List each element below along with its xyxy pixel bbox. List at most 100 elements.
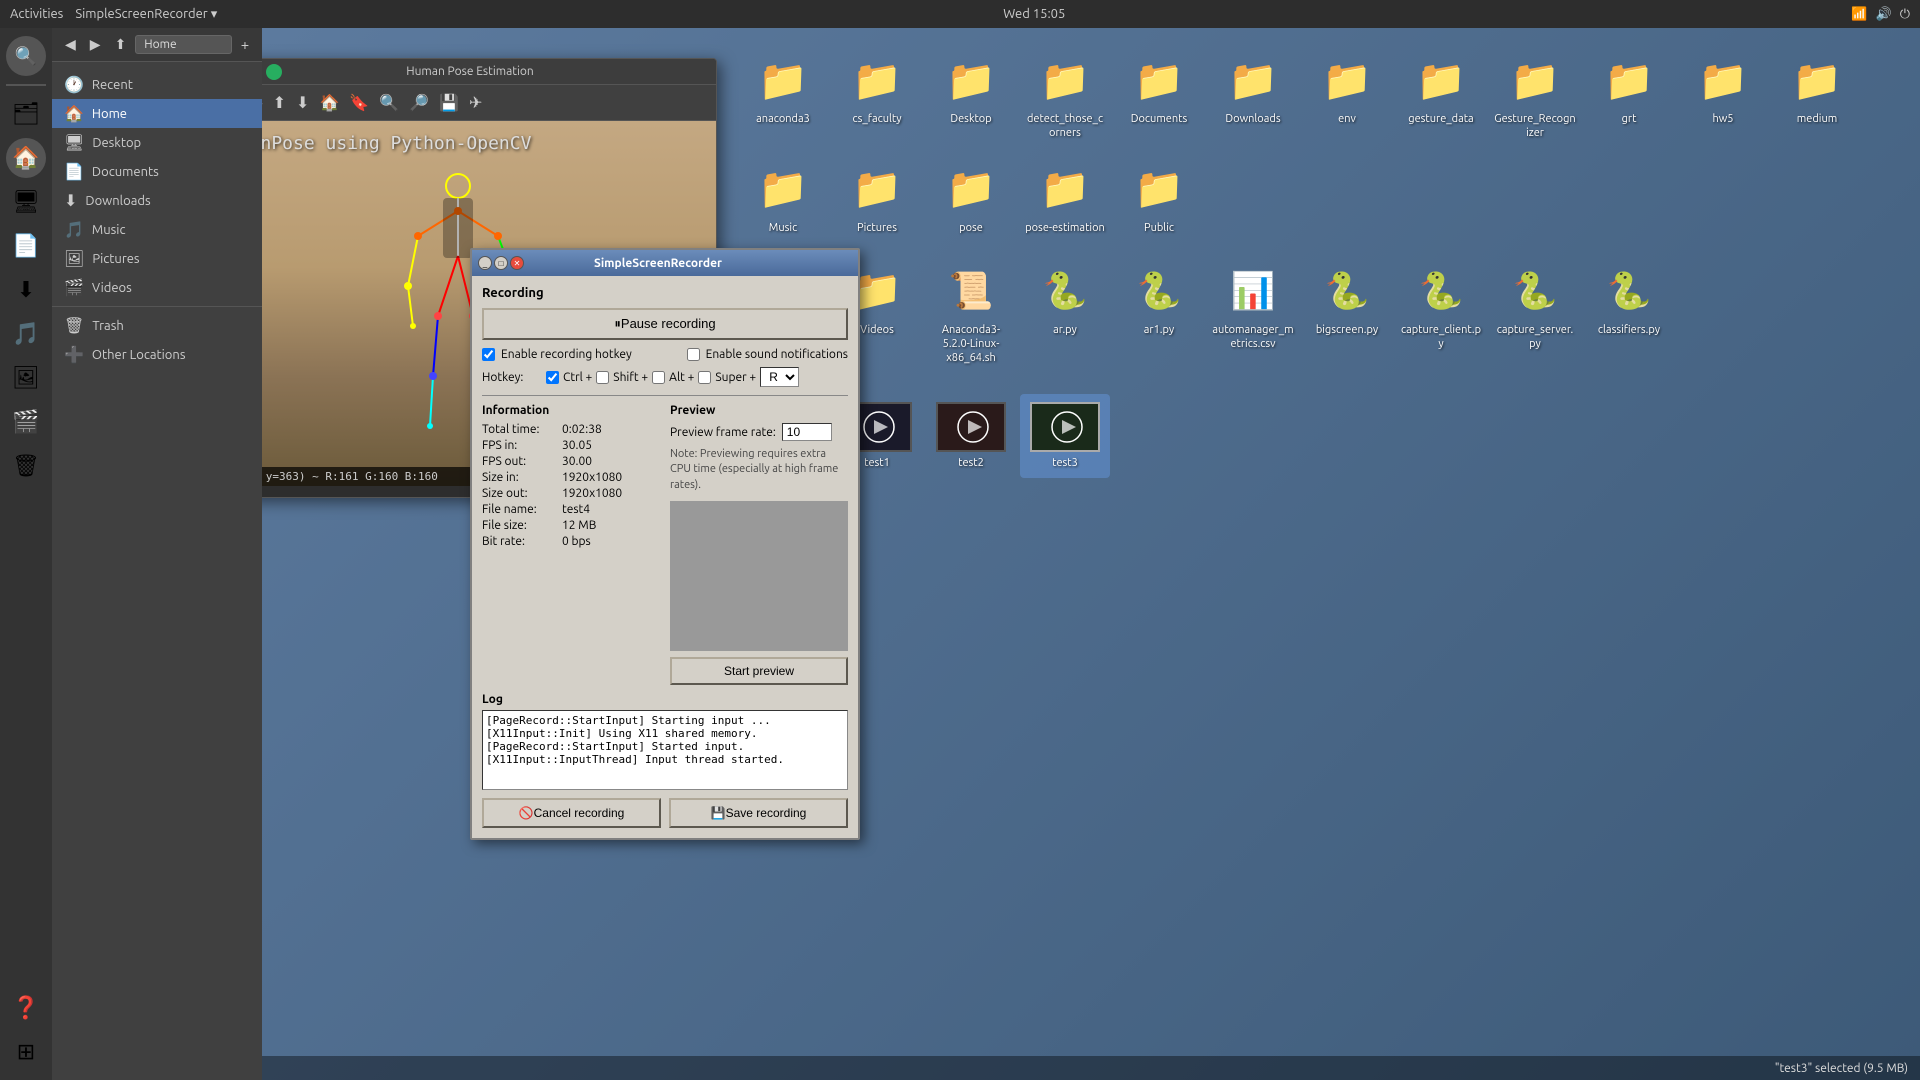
hpe-tool-search1[interactable]: 🔍 (375, 89, 403, 117)
folder-icon: 📁 (849, 161, 905, 217)
hpe-tool-bookmark[interactable]: 🔖 (345, 89, 373, 117)
hpe-tool-up[interactable]: ⬆ (269, 89, 290, 117)
file-item-documents[interactable]: 📁 Documents (1114, 44, 1204, 149)
fm-item-documents[interactable]: 📄 Documents (52, 157, 262, 186)
file-item-test2[interactable]: test2 (926, 394, 1016, 478)
ssr-size-out: Size out: 1920x1080 (482, 487, 660, 500)
file-item-anaconda3-sh[interactable]: 📜 Anaconda3-5.2.0-Linux-x86_64.sh (926, 255, 1016, 374)
ssr-preview-note: Note: Previewing requires extra CPU time… (670, 447, 848, 493)
file-item-gesture-rec[interactable]: 📁 Gesture_Recognizer (1490, 44, 1580, 149)
file-item-public[interactable]: 📁 Public (1114, 153, 1204, 243)
fm-item-pictures[interactable]: 🖼 Pictures (52, 244, 262, 273)
hpe-tool-search2[interactable]: 🔎 (405, 89, 433, 117)
sidebar-icon-videos[interactable]: 🎬 (6, 402, 46, 442)
file-item-label: test3 (1052, 456, 1078, 470)
ssr-hotkey-enable-row: Enable recording hotkey Enable sound not… (482, 348, 848, 361)
ssr-info-header: Information (482, 404, 660, 417)
fm-item-music[interactable]: 🎵 Music (52, 215, 262, 244)
file-item-capture-server[interactable]: 🐍 capture_server.py (1490, 255, 1580, 374)
file-item-pictures[interactable]: 📁 Pictures (832, 153, 922, 243)
hpe-overlay-text: OpenPose using Python-OpenCV (262, 133, 531, 154)
fm-item-desktop[interactable]: 🖥 Desktop (52, 128, 262, 157)
file-item-cs-faculty[interactable]: 📁 cs_faculty (832, 44, 922, 149)
file-item-pose-estimation[interactable]: 📁 pose-estimation (1020, 153, 1110, 243)
ssr-start-preview-button[interactable]: Start preview (670, 657, 848, 685)
ssr-cancel-button[interactable]: 🚫Cancel recording (482, 798, 661, 828)
enable-sound-checkbox[interactable] (687, 348, 700, 361)
file-item-grt[interactable]: 📁 grt (1584, 44, 1674, 149)
super-checkbox[interactable] (698, 371, 711, 384)
csv-file-icon: 📊 (1225, 263, 1281, 319)
shift-checkbox[interactable] (596, 371, 609, 384)
sidebar-icon-appgrid[interactable]: ⊞ (6, 1032, 46, 1072)
fm-item-trash-label: Trash (92, 319, 123, 333)
ssr-close-button[interactable]: ✕ (510, 256, 524, 270)
file-item-env[interactable]: 📁 env (1302, 44, 1392, 149)
file-item-pose[interactable]: 📁 pose (926, 153, 1016, 243)
fm-item-videos[interactable]: 🎬 Videos (52, 273, 262, 302)
sidebar-icon-downloads[interactable]: ⬇ (6, 270, 46, 310)
size-out-label: Size out: (482, 487, 562, 500)
enable-sound-label: Enable sound notifications (706, 348, 848, 361)
fm-item-downloads[interactable]: ⬇ Downloads (52, 186, 262, 215)
sidebar-icon-help[interactable]: ❓ (6, 988, 46, 1028)
hpe-tool-down[interactable]: ⬇ (292, 89, 313, 117)
file-item-detect[interactable]: 📁 detect_those_corners (1020, 44, 1110, 149)
file-item-ar1-py[interactable]: 🐍 ar1.py (1114, 255, 1204, 374)
file-item-desktop[interactable]: 📁 Desktop (926, 44, 1016, 149)
activities-label[interactable]: Activities (10, 7, 63, 21)
ssr-minimize-button[interactable]: _ (478, 256, 492, 270)
file-item-ar-py[interactable]: 🐍 ar.py (1020, 255, 1110, 374)
ssr-preview-section: Preview Preview frame rate: Note: Previe… (670, 404, 848, 685)
ssr-log-area[interactable]: [PageRecord::StartInput] Starting input … (482, 710, 848, 790)
hpe-tool-save[interactable]: 💾 (435, 89, 463, 117)
sidebar-icon-music[interactable]: 🎵 (6, 314, 46, 354)
sidebar-icon-search[interactable]: 🔍 (6, 36, 46, 76)
file-item-classifiers[interactable]: 🐍 classifiers.py (1584, 255, 1674, 374)
file-item-capture-client[interactable]: 🐍 capture_client.py (1396, 255, 1486, 374)
fm-forward-button[interactable]: ▶ (85, 34, 106, 55)
file-item-anaconda3[interactable]: 📁 anaconda3 (738, 44, 828, 149)
fm-nav: ◀ ▶ ⬆ Home + (52, 28, 262, 62)
fm-item-home[interactable]: 🏠 Home (52, 99, 262, 128)
sidebar-icon-docs[interactable]: 📄 (6, 226, 46, 266)
fm-up-button[interactable]: ⬆ (110, 34, 132, 55)
fm-new-button[interactable]: + (236, 35, 254, 55)
fm-item-other[interactable]: ➕ Other Locations (52, 340, 262, 369)
file-item-downloads[interactable]: 📁 Downloads (1208, 44, 1298, 149)
app-name-label[interactable]: SimpleScreenRecorder ▾ (75, 7, 217, 22)
sidebar-icon-home[interactable]: 🏠 (6, 138, 46, 178)
fm-item-trash[interactable]: 🗑 Trash (52, 311, 262, 340)
alt-checkbox[interactable] (652, 371, 665, 384)
file-item-hw5[interactable]: 📁 hw5 (1678, 44, 1768, 149)
ssr-pause-button[interactable]: ⏸Pause recording (482, 308, 848, 340)
ssr-fps-out: FPS out: 30.00 (482, 455, 660, 468)
preview-fps-input[interactable] (782, 423, 832, 441)
file-item-music[interactable]: 📁 Music (738, 153, 828, 243)
fm-item-recent[interactable]: 🕐 Recent (52, 70, 262, 99)
file-item-gesture-data[interactable]: 📁 gesture_data (1396, 44, 1486, 149)
file-item-bigscreen[interactable]: 🐍 bigscreen.py (1302, 255, 1392, 374)
ctrl-label: Ctrl + (563, 371, 592, 384)
file-item-test3[interactable]: test3 (1020, 394, 1110, 478)
folder-icon: 📁 (1413, 52, 1469, 108)
file-item-medium[interactable]: 📁 medium (1772, 44, 1862, 149)
sidebar-icon-pictures[interactable]: 🖼 (6, 358, 46, 398)
sidebar-icon-trash[interactable]: 🗑 (6, 446, 46, 486)
fm-back-button[interactable]: ◀ (60, 34, 81, 55)
music-fm-icon: 🎵 (64, 220, 84, 239)
file-item-automanager[interactable]: 📊 automanager_metrics.csv (1208, 255, 1298, 374)
hpe-tool-send[interactable]: ✈ (465, 89, 486, 117)
py-file-icon: 🐍 (1507, 263, 1563, 319)
sidebar-icon-files[interactable]: 🗂 (6, 94, 46, 134)
ssr-maximize-button[interactable]: □ (494, 256, 508, 270)
hpe-maximize-button[interactable] (266, 64, 282, 80)
sidebar-icon-desktop[interactable]: 🖥 (6, 182, 46, 222)
ssr-save-button[interactable]: 💾Save recording (669, 798, 848, 828)
ctrl-checkbox[interactable] (546, 371, 559, 384)
hpe-tool-home[interactable]: 🏠 (315, 89, 343, 117)
key-select[interactable]: R (760, 367, 799, 387)
enable-hotkey-checkbox[interactable] (482, 348, 495, 361)
topbar-datetime: Wed 15:05 (1003, 7, 1065, 21)
hpe-tool-forward[interactable]: ▶ (262, 89, 267, 117)
